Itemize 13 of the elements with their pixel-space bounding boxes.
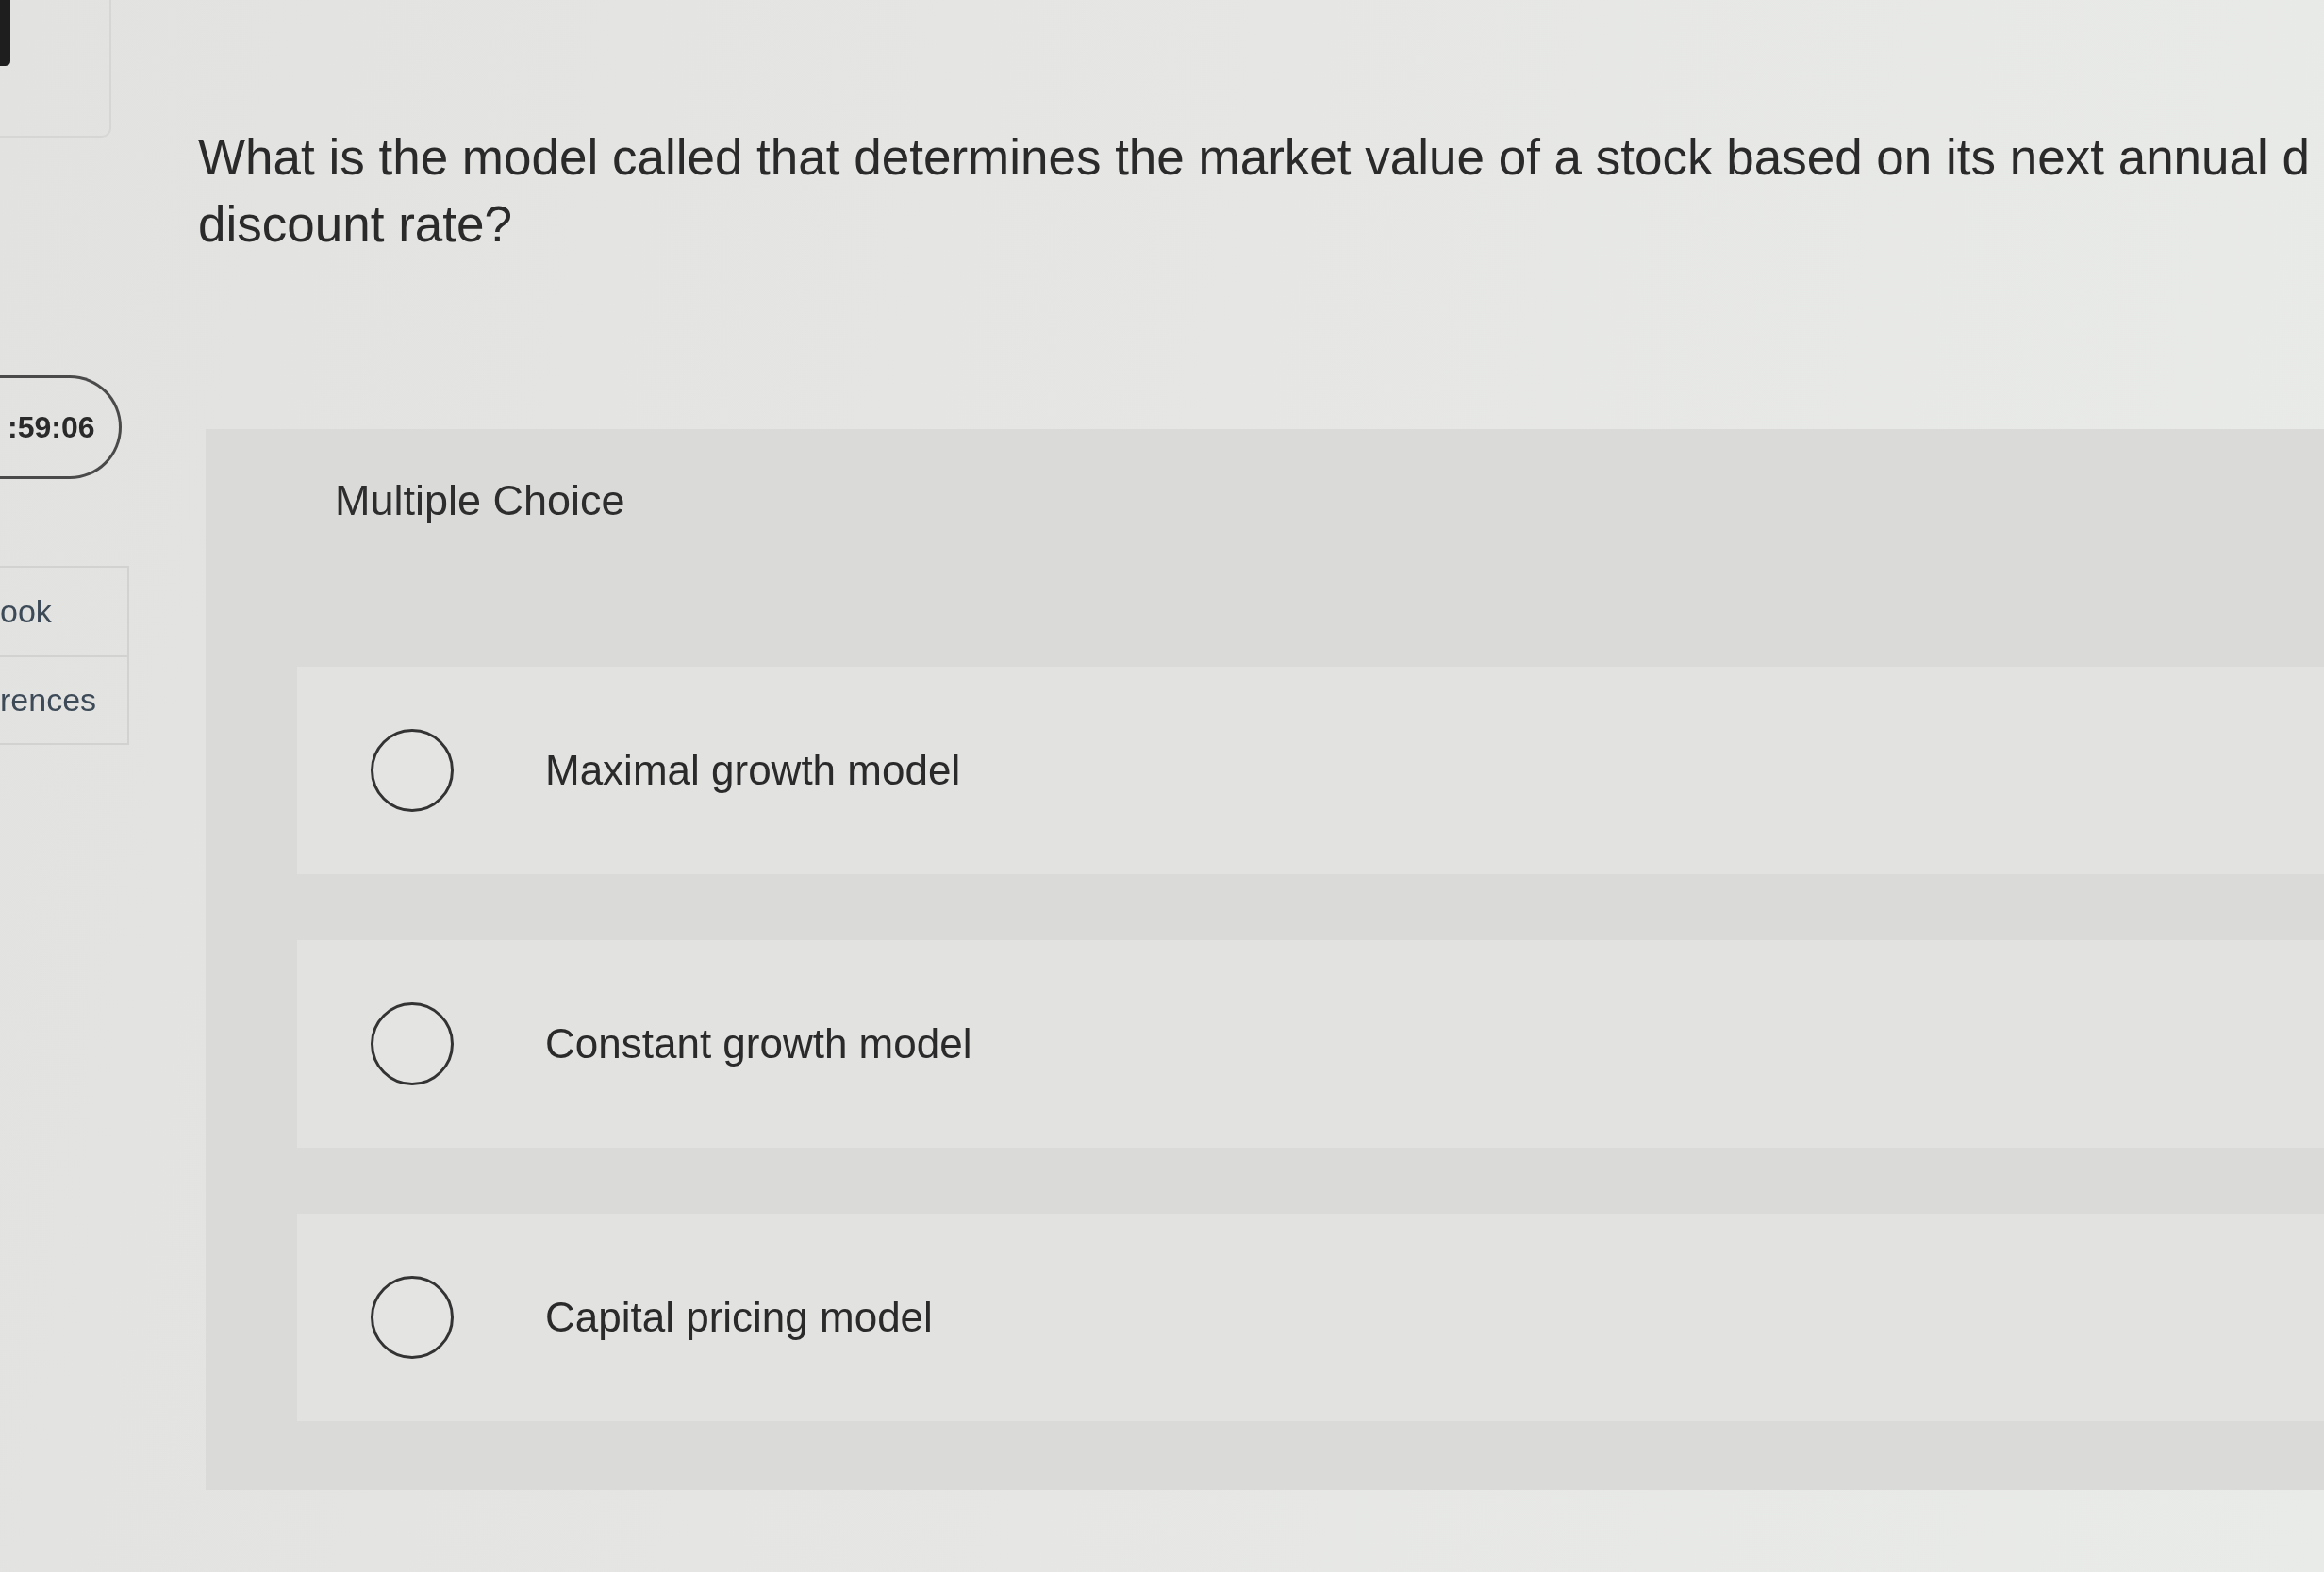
option-row[interactable]: Maximal growth model [297,667,2324,874]
sidebar-link[interactable]: rences [0,655,129,745]
sidebar-link[interactable]: ook [0,566,129,655]
option-row[interactable]: Constant growth model [297,940,2324,1148]
option-label: Capital pricing model [545,1294,933,1341]
option-row[interactable]: Capital pricing model [297,1214,2324,1421]
question-text: What is the model called that determines the market value of a stock based on its next annual d [198,128,2311,187]
countdown-timer: :59:06 [0,375,122,479]
option-label: Constant growth model [545,1020,972,1067]
question-text: discount rate? [198,195,512,254]
indicator-bar [0,0,10,66]
question-type-label: Multiple Choice [335,476,625,525]
option-label: Maximal growth model [545,747,961,794]
